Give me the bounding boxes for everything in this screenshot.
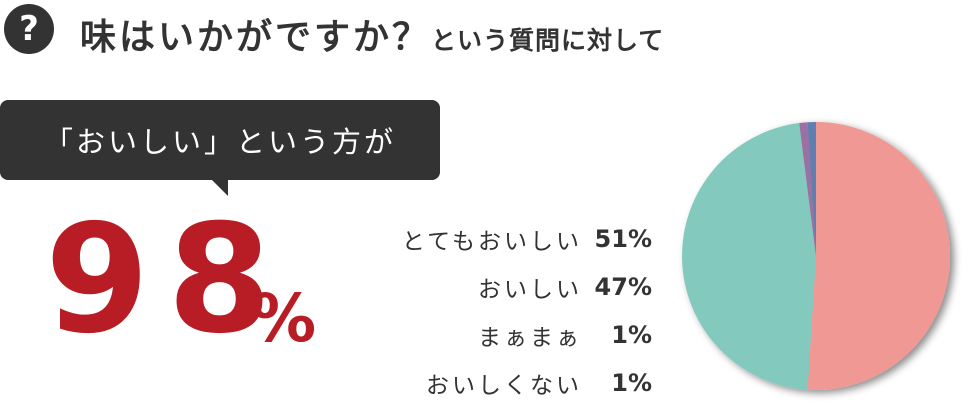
page-title: 味はいかがですか？という質問に対して bbox=[80, 8, 664, 60]
pie-chart bbox=[682, 122, 951, 390]
legend-value: 47% bbox=[594, 273, 652, 301]
legend-label: まぁまぁ bbox=[478, 325, 582, 351]
question-icon: ? bbox=[4, 4, 54, 54]
legend-item: とてもおいしい 51% bbox=[360, 215, 652, 263]
legend-label: とてもおいしい bbox=[401, 229, 582, 255]
legend-item: おいしい 47% bbox=[360, 263, 652, 311]
question-suffix: という質問に対して bbox=[431, 26, 665, 55]
pie-slice-1 bbox=[807, 122, 951, 390]
legend-value: 1% bbox=[611, 321, 652, 349]
legend-value: 51% bbox=[594, 225, 652, 253]
speech-bubble: 「おいしい」という方が bbox=[0, 100, 440, 196]
survey-panel: ? 味はいかがですか？という質問に対して 「おいしい」という方が 98 % とて… bbox=[0, 0, 975, 416]
legend-label: おいしい bbox=[478, 277, 582, 303]
legend-item: まぁまぁ 1% bbox=[360, 311, 652, 359]
legend-value: 1% bbox=[611, 369, 652, 397]
highlight-unit: % bbox=[250, 280, 317, 357]
legend-label: おいしくない bbox=[426, 373, 582, 399]
pie-slice-2 bbox=[682, 123, 816, 390]
legend-item: おいしくない 1% bbox=[360, 359, 652, 407]
question-text: 味はいかがですか？ bbox=[80, 17, 432, 58]
callout-text: 「おいしい」という方が bbox=[43, 125, 396, 159]
legend: とてもおいしい 51% おいしい 47% まぁまぁ 1% おいしくない 1% bbox=[360, 215, 652, 407]
